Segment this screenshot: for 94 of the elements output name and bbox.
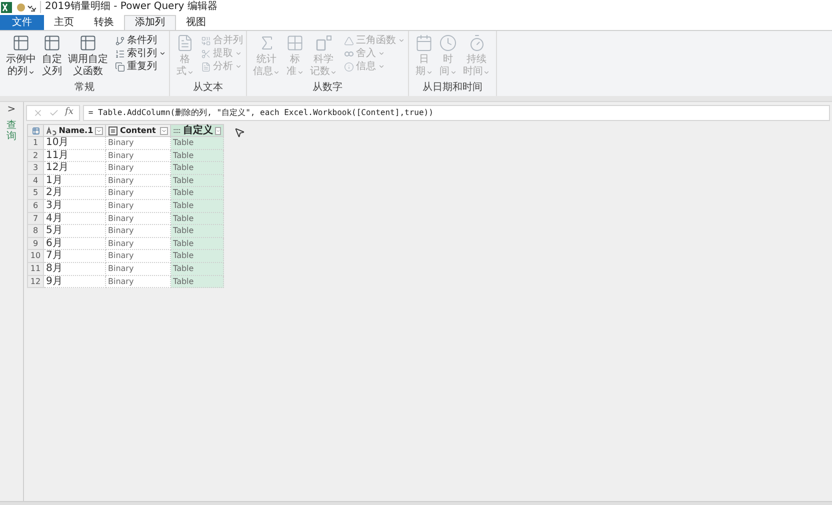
table-cell: Table — [171, 162, 224, 175]
row-number: 5 — [27, 187, 44, 200]
table-cell: Binary — [106, 187, 171, 200]
table-cell: Table — [171, 262, 224, 276]
table-cell: Table — [171, 225, 224, 238]
ribbon-button[interactable]: 索引列 — [115, 47, 166, 60]
queries-label: 查询 — [6, 120, 16, 142]
row-number: 10 — [27, 250, 44, 263]
table-cell: Table — [171, 174, 224, 188]
calendar-icon — [415, 34, 433, 52]
row-number: 3 — [27, 162, 44, 175]
table-cell: 3月 — [44, 200, 106, 213]
table-cell: 11月 — [44, 150, 106, 162]
expand-toggle[interactable]: > — [7, 104, 16, 116]
table-cell: 10月 — [44, 137, 106, 150]
table-cell: Binary — [106, 212, 171, 226]
row-number: 6 — [27, 200, 44, 213]
column-name: Content — [120, 125, 157, 136]
quick-access-icon — [16, 2, 36, 12]
fx-label[interactable]: fx — [65, 106, 74, 120]
group-label: 从日期和时间 — [422, 82, 484, 95]
clock-icon — [439, 34, 457, 52]
grid-icon — [286, 34, 304, 52]
group-label: 从数字 — [312, 82, 344, 95]
table-cell: Table — [171, 238, 224, 250]
table-cell: 12月 — [44, 162, 106, 175]
row-number: 4 — [27, 174, 44, 188]
check-icon[interactable] — [49, 108, 59, 118]
ribbon-button[interactable]: 重复列 — [115, 60, 166, 73]
column-header[interactable]: Content — [106, 124, 171, 137]
table-cell: Binary — [106, 162, 171, 175]
group-label: 从文本 — [192, 82, 224, 95]
group-label: 常规 — [74, 82, 96, 95]
ribbon-tab[interactable]: 文件 — [0, 15, 44, 30]
row-number: 1 — [27, 137, 44, 150]
row-number: 11 — [27, 262, 44, 276]
table-cell: Binary — [106, 250, 171, 263]
table-cell: Table — [171, 150, 224, 162]
filter-icon[interactable] — [160, 126, 168, 134]
ribbon-tab[interactable]: 转换 — [84, 15, 124, 30]
table-menu-button[interactable] — [27, 124, 44, 137]
text-type-icon — [46, 126, 57, 136]
table-cell: Table — [171, 250, 224, 263]
table-cell: Table — [171, 187, 224, 200]
table-cell: Binary — [106, 174, 171, 188]
ribbon-button[interactable]: 调用自定 义函数 — [65, 31, 111, 82]
triangle-icon — [344, 36, 354, 46]
table-cell: Binary — [106, 238, 171, 250]
row-number: 12 — [27, 276, 44, 288]
table-cell: Binary — [106, 225, 171, 238]
table-cell: Table — [171, 137, 224, 150]
column-name: Name.1 — [58, 125, 94, 136]
ribbon-tab[interactable]: 视图 — [176, 15, 216, 30]
row-number: 7 — [27, 212, 44, 226]
table-cell: Table — [171, 212, 224, 226]
row-number: 9 — [27, 238, 44, 250]
ribbon-tab[interactable]: 添加列 — [124, 15, 176, 30]
document-type-icon — [108, 126, 118, 136]
table-cell: 9月 — [44, 276, 106, 288]
table-icon — [32, 126, 40, 134]
column-name: 自定义 — [182, 125, 213, 136]
table-cell: Binary — [106, 276, 171, 288]
ribbon-button[interactable]: 自定 义列 — [39, 31, 65, 82]
info-icon — [344, 62, 354, 72]
ribbon-button[interactable]: 示例中 的列 — [3, 31, 39, 82]
pointer-icon — [234, 127, 245, 138]
formula-field[interactable]: = Table.AddColumn(删除的列, "自定义", each Excel.Workbook([Content],true)) — [83, 105, 830, 121]
row-number: 8 — [27, 225, 44, 238]
filter-icon[interactable] — [95, 126, 103, 134]
ribbon-button[interactable]: 条件列 — [115, 34, 166, 47]
table-cell: Binary — [106, 150, 171, 162]
table-icon — [43, 34, 61, 52]
table-cell: 1月 — [44, 174, 106, 188]
table-cell: Binary — [106, 200, 171, 213]
table-cell: Binary — [106, 262, 171, 276]
window-title: 2019销量明细 - Power Query 编辑器 — [40, 1, 218, 13]
filter-icon[interactable] — [214, 126, 221, 134]
table-cell: 5月 — [44, 225, 106, 238]
table-cell: 2月 — [44, 187, 106, 200]
timer-icon — [468, 34, 486, 52]
table-cell: 4月 — [44, 212, 106, 226]
table-cell: 6月 — [44, 238, 106, 250]
cancel-icon[interactable] — [33, 108, 43, 118]
table-cell: 8月 — [44, 262, 106, 276]
table-cell: Binary — [106, 137, 171, 150]
ribbon-tab[interactable]: 主页 — [44, 15, 84, 30]
duplicate-column-icon — [115, 62, 125, 72]
column-header[interactable]: 自定义 — [171, 124, 224, 137]
column-header[interactable]: Name.1 — [44, 124, 106, 137]
index-column-icon — [115, 48, 125, 58]
table-cell: Table — [171, 200, 224, 213]
row-number: 2 — [27, 150, 44, 162]
table-cell: 7月 — [44, 250, 106, 263]
table-cell: Table — [171, 276, 224, 288]
